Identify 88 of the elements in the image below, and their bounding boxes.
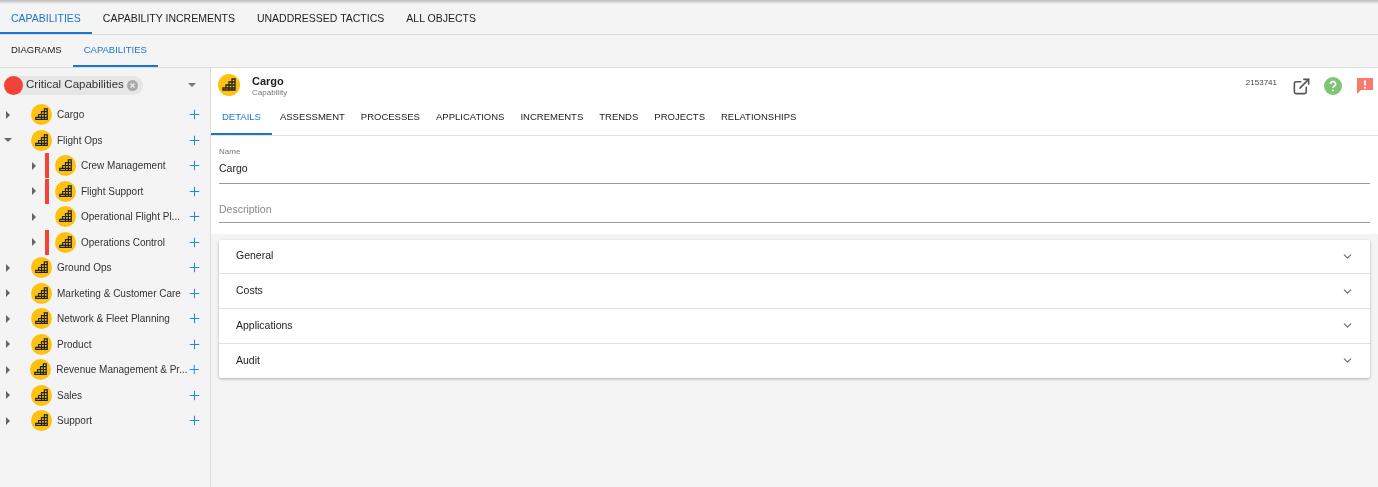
bar-grid-icon — [31, 308, 52, 330]
add-icon[interactable] — [187, 387, 202, 403]
caret-right-icon[interactable] — [30, 161, 38, 170]
tree-item[interactable]: Sales — [57, 387, 82, 403]
bar-grid-icon — [31, 384, 52, 406]
tab[interactable]: DETAILS — [211, 102, 272, 135]
tab[interactable]: CAPABILITIES — [0, 4, 92, 34]
open-external-icon[interactable] — [1292, 77, 1311, 96]
tree-item[interactable]: Operational Flight Pl... — [81, 209, 180, 225]
tab[interactable]: INCREMENTS — [512, 102, 592, 135]
item-type: Capability — [252, 89, 288, 97]
add-icon[interactable] — [187, 234, 202, 250]
caret-right-icon[interactable] — [3, 365, 12, 374]
item-title: Cargo — [252, 76, 285, 87]
tab[interactable]: CAPABILITIES — [72, 35, 158, 67]
section-label: Applications — [236, 317, 294, 333]
tree-item[interactable]: Cargo — [57, 107, 85, 123]
bar-grid-icon — [31, 104, 52, 126]
tab[interactable]: ASSESSMENT — [271, 102, 353, 135]
field-value: Cargo — [219, 161, 249, 176]
accordion-header[interactable]: General — [219, 239, 1370, 275]
add-icon[interactable] — [187, 183, 202, 199]
help-icon[interactable] — [1324, 77, 1342, 95]
add-icon[interactable] — [187, 311, 202, 327]
section-label: Audit — [236, 353, 261, 369]
bar-grid-icon — [218, 74, 240, 96]
add-icon[interactable] — [187, 132, 202, 148]
tab[interactable]: PROJECTS — [646, 102, 713, 135]
add-icon[interactable] — [187, 158, 202, 174]
bar-grid-icon — [55, 231, 76, 253]
caret-right-icon[interactable] — [30, 238, 38, 247]
accordion-header[interactable]: Applications — [219, 308, 1370, 344]
caret-right-icon[interactable] — [4, 314, 12, 323]
add-icon[interactable] — [187, 285, 202, 301]
tab[interactable]: ALL OBJECTS — [395, 4, 487, 34]
field-label: Name — [219, 146, 242, 158]
chip-label: Critical Capabilities — [26, 77, 124, 93]
tree-item[interactable]: Flight Ops — [57, 132, 103, 148]
tree-item[interactable]: Marketing & Customer Care — [57, 285, 181, 301]
tree-item[interactable]: Product — [57, 336, 92, 352]
caret-right-icon[interactable] — [4, 340, 12, 349]
filter-chip[interactable]: Critical Capabilities — [4, 75, 143, 95]
add-icon[interactable] — [187, 209, 202, 225]
tab[interactable]: RELATIONSHIPS — [713, 102, 805, 135]
caret-right-icon[interactable] — [4, 263, 12, 272]
add-icon[interactable] — [187, 413, 202, 429]
bar-grid-icon — [31, 257, 52, 279]
caret-right-icon[interactable] — [4, 110, 12, 119]
caret-right-icon[interactable] — [30, 187, 38, 196]
accordion-header[interactable]: Costs — [219, 274, 1370, 309]
accordion-header[interactable]: Audit — [219, 343, 1370, 379]
caret-down-icon[interactable] — [4, 136, 12, 145]
tab[interactable]: TRENDS — [591, 102, 647, 135]
item-id: 2153741 — [1245, 77, 1277, 89]
section-label: Costs — [236, 283, 264, 299]
add-icon[interactable] — [187, 336, 202, 352]
caret-right-icon[interactable] — [4, 391, 12, 400]
clear-icon[interactable] — [126, 79, 138, 91]
tab[interactable]: APPLICATIONS — [427, 102, 513, 135]
tab[interactable]: PROCESSES — [352, 102, 428, 135]
bar-grid-icon — [31, 282, 52, 304]
tree-item[interactable]: Revenue Management & Pr... — [56, 362, 188, 378]
bar-grid-icon — [31, 410, 52, 432]
add-icon[interactable] — [187, 260, 202, 276]
bar-grid-icon — [31, 333, 52, 355]
bar-grid-icon — [31, 129, 52, 151]
description-field[interactable]: Description — [219, 201, 1370, 223]
bar-grid-icon — [55, 155, 76, 177]
tree-item[interactable]: Network & Fleet Planning — [57, 311, 170, 327]
tree-item[interactable]: Operations Control — [81, 234, 165, 250]
tree-item[interactable]: Ground Ops — [57, 260, 112, 276]
tab[interactable]: DIAGRAMS — [0, 35, 73, 67]
caret-right-icon[interactable] — [4, 289, 12, 298]
caret-right-icon[interactable] — [4, 416, 12, 425]
caret-right-icon[interactable] — [30, 212, 38, 221]
tab[interactable]: UNADDRESSED TACTICS — [245, 4, 396, 34]
tree-item[interactable]: Support — [57, 413, 93, 429]
bar-grid-icon — [30, 359, 52, 381]
bar-grid-icon — [55, 206, 76, 228]
tree-item[interactable]: Flight Support — [81, 183, 144, 199]
name-field[interactable]: Name Cargo — [219, 146, 1370, 184]
tree-item[interactable]: Crew Management — [81, 158, 166, 174]
section-label: General — [236, 248, 275, 264]
add-icon[interactable] — [187, 107, 202, 123]
dropdown-caret-icon[interactable] — [188, 82, 196, 88]
bar-grid-icon — [55, 180, 76, 202]
tab[interactable]: CAPABILITY INCREMENTS — [91, 4, 246, 34]
feedback-icon[interactable] — [1356, 77, 1374, 95]
